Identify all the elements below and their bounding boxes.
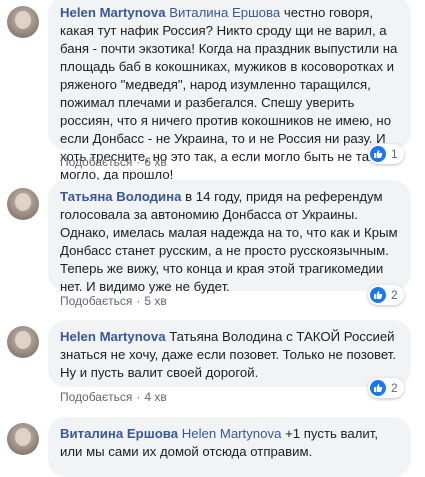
separator-dot: · [136, 294, 141, 308]
comment-mention[interactable]: Helen Martynova [182, 426, 282, 441]
reaction-count: 2 [391, 381, 398, 395]
like-icon [370, 287, 386, 303]
reaction-count: 1 [391, 147, 398, 161]
comment-author[interactable]: Татьяна Володина [60, 189, 181, 204]
reaction-badge[interactable]: 1 [368, 144, 404, 164]
comment-actions: Подобається · 4 хв [60, 390, 167, 404]
separator-dot: · [136, 390, 141, 404]
comment-time[interactable]: 6 хв [144, 155, 166, 169]
comment-author[interactable]: Helen Martynova [60, 329, 166, 344]
avatar[interactable] [7, 326, 39, 358]
comment-bubble: Helen Martynova Татьяна Володина с ТАКОЙ… [48, 320, 411, 387]
like-icon [370, 146, 386, 162]
like-link[interactable]: Подобається [60, 155, 132, 169]
separator-dot: · [136, 155, 141, 169]
comment-author[interactable]: Helen Martynova [60, 5, 166, 20]
like-link[interactable]: Подобається [60, 390, 132, 404]
like-icon [370, 380, 386, 396]
comment-mention[interactable]: Виталина Ершова [169, 5, 280, 20]
avatar[interactable] [7, 423, 39, 455]
reaction-badge[interactable]: 2 [368, 285, 404, 305]
comment-author[interactable]: Виталина Ершова [60, 426, 178, 441]
comment-bubble: Helen Martynova Виталина Ершова честно г… [48, 0, 411, 182]
avatar[interactable] [7, 6, 39, 38]
comment-time[interactable]: 5 хв [144, 294, 166, 308]
reaction-count: 2 [391, 288, 398, 302]
comment-actions: Подобається · 6 хв [60, 155, 167, 169]
reaction-badge[interactable]: 2 [368, 378, 404, 398]
comment-actions: Подобається · 5 хв [60, 294, 167, 308]
comment-bubble: Татьяна Володина в 14 году, придя на реф… [48, 180, 411, 294]
like-link[interactable]: Подобається [60, 294, 132, 308]
comment-time[interactable]: 4 хв [144, 390, 166, 404]
comment-bubble: Виталина Ершова Helen Martynova +1 пусть… [48, 417, 411, 477]
comment-text: в 14 году, придя на референдум голосовал… [60, 189, 398, 294]
avatar[interactable] [7, 188, 39, 220]
